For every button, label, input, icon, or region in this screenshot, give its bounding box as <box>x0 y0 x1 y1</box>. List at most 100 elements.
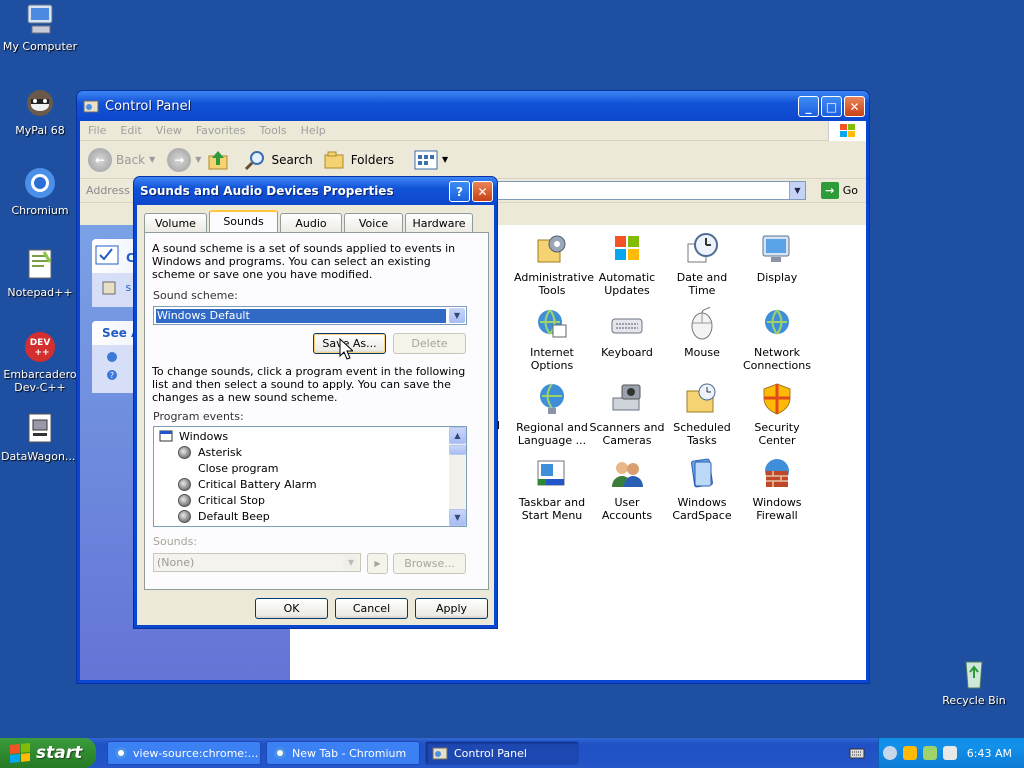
delete-button[interactable]: Delete <box>393 333 466 354</box>
see-also-help[interactable]: ? <box>106 369 118 384</box>
scroll-up-icon[interactable]: ▲ <box>449 427 466 444</box>
desktop-icon-label: Recycle Bin <box>942 694 1006 707</box>
dialog-tabs: Volume Sounds Audio Voice Hardware <box>144 210 473 232</box>
event-label: Close program <box>198 461 279 475</box>
event-label: Windows <box>179 429 229 443</box>
apply-button[interactable]: Apply <box>415 598 488 619</box>
taskbar-item-view-source[interactable]: view-source:chrome:... <box>107 741 261 765</box>
scroll-down-icon[interactable]: ▼ <box>449 509 466 526</box>
desktop-icon-my-computer[interactable]: My Computer <box>0 2 80 53</box>
tab-volume[interactable]: Volume <box>144 213 207 232</box>
cp-item-taskbar-and-start-menu[interactable]: Taskbar and Start Menu <box>514 457 590 522</box>
clock[interactable]: 6:43 AM <box>967 747 1012 760</box>
list-item[interactable]: Windows <box>159 428 228 444</box>
cp-item-label: Display <box>756 271 798 284</box>
minimize-button[interactable]: _ <box>798 96 819 117</box>
keyboard-layout-icon[interactable] <box>849 747 865 759</box>
tab-sounds[interactable]: Sounds <box>209 210 278 232</box>
menu-help[interactable]: Help <box>301 124 326 137</box>
desktop-icon-mypal[interactable]: MyPal 68 <box>0 86 80 137</box>
speaker-tray-icon[interactable] <box>942 746 957 760</box>
clock-icon <box>685 232 719 266</box>
tab-hardware[interactable]: Hardware <box>405 213 473 232</box>
menu-edit[interactable]: Edit <box>120 124 141 137</box>
cp-item-automatic-updates[interactable]: Automatic Updates <box>589 232 665 297</box>
tab-audio[interactable]: Audio <box>280 213 342 232</box>
desktop-icon-chromium[interactable]: Chromium <box>0 166 80 217</box>
security-shield-icon[interactable] <box>902 746 917 760</box>
scroll-thumb[interactable] <box>449 445 466 455</box>
menu-bar: File Edit View Favorites Tools Help <box>80 121 866 141</box>
cp-item-date-and-time[interactable]: Date and Time <box>664 232 740 297</box>
cp-item-windows-firewall[interactable]: Windows Firewall <box>739 457 815 522</box>
taskbar-item-new-tab[interactable]: New Tab - Chromium <box>266 741 420 765</box>
cp-item-keyboard[interactable]: Keyboard <box>589 307 665 359</box>
shield-icon <box>760 382 794 416</box>
list-item[interactable]: Asterisk <box>178 444 242 460</box>
program-events-list[interactable]: Windows Asterisk Close program Critical … <box>153 426 467 527</box>
speaker-icon <box>178 477 191 491</box>
menu-file[interactable]: File <box>88 124 106 137</box>
menu-favorites[interactable]: Favorites <box>196 124 246 137</box>
control-panel-title-bar[interactable]: Control Panel _ □ ✕ <box>77 91 869 121</box>
address-dropdown-icon[interactable]: ▼ <box>789 182 805 199</box>
desktop-icon-datawagon[interactable]: DataWagon.... <box>0 412 80 463</box>
volume-icon[interactable] <box>882 746 897 760</box>
sounds-select[interactable]: (None) ▼ <box>153 553 361 572</box>
cp-item-network-connections[interactable]: Network Connections <box>739 307 815 372</box>
event-label: Critical Stop <box>198 493 265 507</box>
go-button[interactable]: → Go <box>820 182 858 199</box>
start-button[interactable]: start <box>0 738 96 768</box>
maximize-button[interactable]: □ <box>821 96 842 117</box>
events-scrollbar[interactable]: ▲ ▼ <box>449 427 466 526</box>
folders-button[interactable]: Folders <box>323 148 394 172</box>
network-icon[interactable] <box>922 746 937 760</box>
list-item[interactable]: Close program <box>198 460 278 476</box>
sound-scheme-select[interactable]: Windows Default ▼ <box>153 306 467 325</box>
see-also-windows-update[interactable] <box>106 351 118 366</box>
dialog-body: Volume Sounds Audio Voice Hardware A sou… <box>137 205 494 625</box>
taskbar-item-control-panel[interactable]: Control Panel <box>425 741 579 765</box>
cancel-button[interactable]: Cancel <box>335 598 408 619</box>
svg-text:DEV: DEV <box>30 338 51 348</box>
control-panel-small-icon <box>95 245 119 265</box>
speaker-icon <box>178 445 191 459</box>
cp-item-security-center[interactable]: Security Center <box>739 382 815 447</box>
close-button[interactable]: ✕ <box>844 96 865 117</box>
forward-button[interactable]: → ▼ <box>167 147 201 172</box>
list-item[interactable]: Critical Stop <box>178 492 265 508</box>
browse-button[interactable]: Browse... <box>393 553 466 574</box>
menu-tools[interactable]: Tools <box>260 124 287 137</box>
search-button[interactable]: Search <box>243 148 313 172</box>
menu-view[interactable]: View <box>156 124 182 137</box>
help-button[interactable]: ? <box>449 181 470 202</box>
cp-item-windows-cardspace[interactable]: Windows CardSpace <box>664 457 740 522</box>
dialog-close-button[interactable]: ✕ <box>472 181 493 202</box>
cp-item-display[interactable]: Display <box>739 232 815 284</box>
task-label: Control Panel <box>454 746 527 760</box>
tab-voice[interactable]: Voice <box>344 213 403 232</box>
ok-button[interactable]: OK <box>255 598 328 619</box>
dialog-title-bar[interactable]: Sounds and Audio Devices Properties <box>134 177 497 205</box>
list-item[interactable]: Critical Battery Alarm <box>178 476 317 492</box>
chevron-down-icon[interactable]: ▼ <box>449 308 465 323</box>
notepadpp-icon <box>22 248 58 282</box>
up-folder-button[interactable] <box>207 148 231 172</box>
list-item[interactable]: Default Beep <box>178 508 270 524</box>
svg-text:?: ? <box>110 371 114 380</box>
cp-item-administrative-tools[interactable]: Administrative Tools <box>514 232 594 297</box>
cp-item-label: Regional and Language ... <box>516 421 588 447</box>
cp-item-user-accounts[interactable]: User Accounts <box>589 457 665 522</box>
desktop-icon-recycle-bin[interactable]: Recycle Bin <box>934 656 1014 707</box>
play-sound-button[interactable]: ▶ <box>367 553 388 574</box>
desktop-icon-notepadpp[interactable]: Notepad++ <box>0 248 80 299</box>
cp-item-mouse[interactable]: Mouse <box>664 306 740 359</box>
desktop-icon-devcpp[interactable]: DEV ++ Embarcadero Dev-C++ <box>0 330 80 394</box>
cp-item-internet-options[interactable]: Internet Options <box>514 307 590 372</box>
cp-item-scanners-and-cameras[interactable]: Scanners and Cameras <box>589 382 665 447</box>
views-button[interactable]: ▼ <box>414 149 448 171</box>
cp-item-scheduled-tasks[interactable]: Scheduled Tasks <box>664 382 740 447</box>
back-button[interactable]: ← Back ▼ <box>88 147 155 172</box>
task-box-switch-link[interactable]: s <box>102 281 131 295</box>
cp-item-regional-and-language[interactable]: Regional and Language ... <box>514 382 590 447</box>
